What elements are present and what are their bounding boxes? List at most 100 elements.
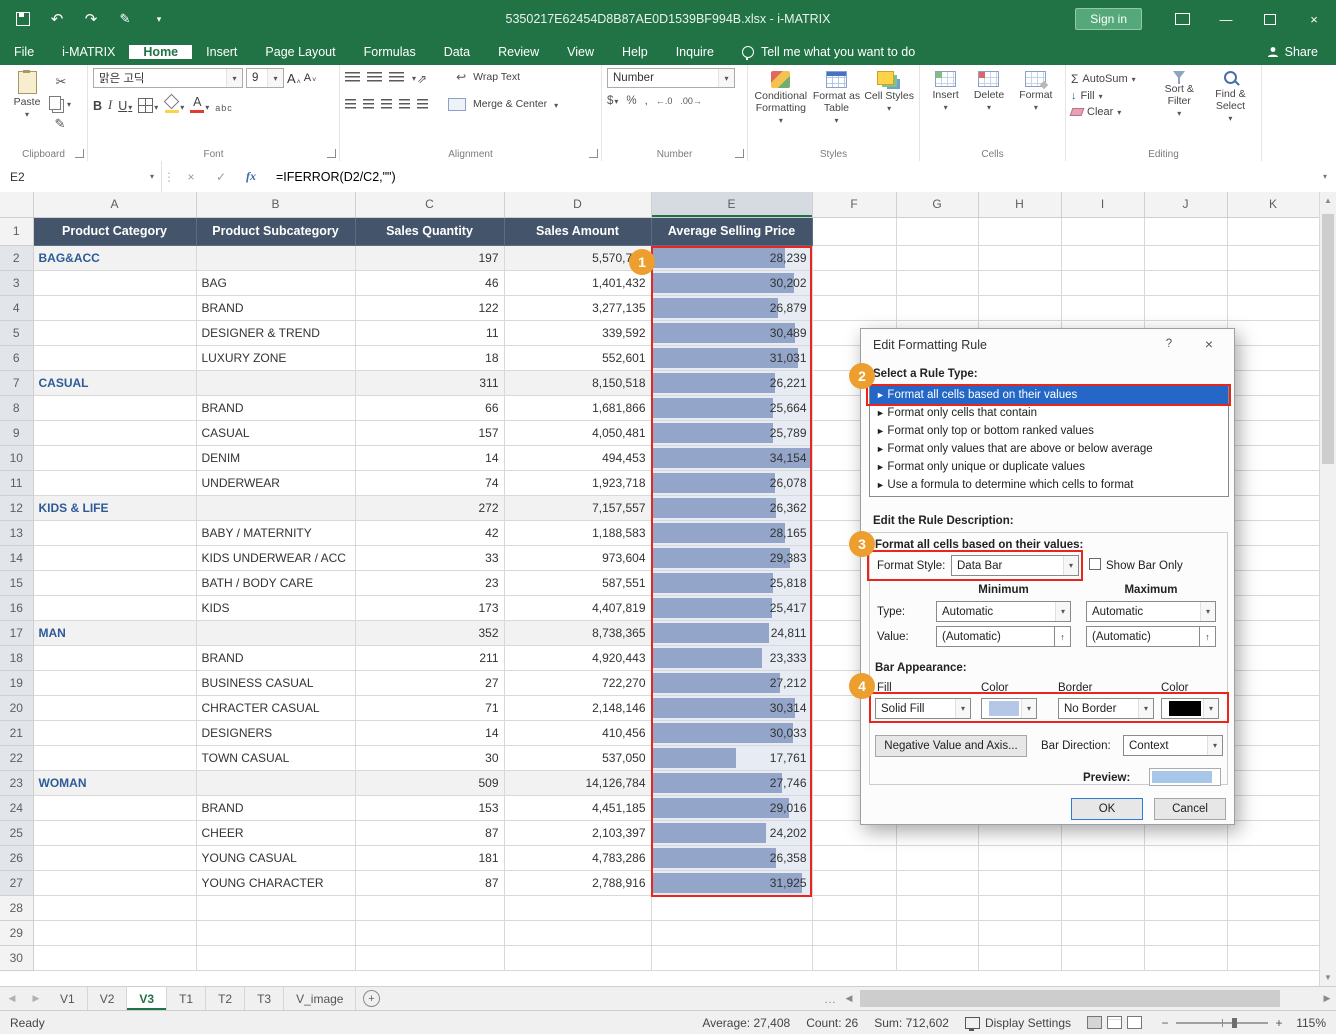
sheet-tab-v1[interactable]: V1 <box>48 987 88 1010</box>
cell-amount[interactable]: 8,738,365 <box>504 620 651 645</box>
cell-quantity[interactable]: 11 <box>355 320 504 345</box>
cell-price[interactable]: 27,212 <box>651 670 812 695</box>
cell-quantity[interactable]: 352 <box>355 620 504 645</box>
row-header-5[interactable]: 5 <box>0 320 33 345</box>
cell-empty[interactable] <box>812 217 896 245</box>
dialog-help-button[interactable]: ? <box>1156 333 1182 355</box>
vertical-scrollbar[interactable] <box>1319 192 1336 986</box>
clear-button[interactable]: Clear <box>1071 106 1154 118</box>
cell-category[interactable]: WOMAN <box>33 770 196 795</box>
minimize-button[interactable]: — <box>1204 0 1248 38</box>
formula-input[interactable]: =IFERROR(D2/C2,"") <box>266 161 396 192</box>
sort-filter-button[interactable]: Sort & Filter <box>1154 68 1205 146</box>
cell-price[interactable]: 25,789 <box>651 420 812 445</box>
cell-empty[interactable] <box>1227 470 1319 495</box>
share-button[interactable]: Share <box>1249 38 1336 65</box>
row-header-26[interactable]: 26 <box>0 845 33 870</box>
cell-subcategory[interactable]: TOWN CASUAL <box>196 745 355 770</box>
cell-category[interactable] <box>33 720 196 745</box>
cell-empty[interactable] <box>812 870 896 895</box>
cell-styles-button[interactable]: Cell Styles <box>864 68 914 146</box>
ribbon-tab-i-matrix[interactable]: i-MATRIX <box>48 45 129 59</box>
cell-amount[interactable]: 3,277,135 <box>504 295 651 320</box>
cell-quantity[interactable]: 46 <box>355 270 504 295</box>
customize-qat-button[interactable] <box>150 10 168 28</box>
rule-type-item[interactable]: Format all cells based on their values <box>870 386 1228 404</box>
row-header-9[interactable]: 9 <box>0 420 33 445</box>
cell-price[interactable]: 24,811 <box>651 620 812 645</box>
font-color-button[interactable]: A <box>190 95 209 113</box>
cell-empty[interactable] <box>978 245 1061 270</box>
cell-empty[interactable] <box>1227 845 1319 870</box>
cell-quantity[interactable]: 122 <box>355 295 504 320</box>
ok-button[interactable]: OK <box>1071 798 1143 820</box>
value-maximum-input[interactable]: (Automatic) <box>1086 626 1216 647</box>
bold-button[interactable]: B <box>93 99 102 113</box>
table-header-cell[interactable]: Product Subcategory <box>196 217 355 245</box>
cell-empty[interactable] <box>896 245 978 270</box>
cell-empty[interactable] <box>1227 920 1319 945</box>
cell-empty[interactable] <box>896 945 978 970</box>
cell-category[interactable]: BAG&ACC <box>33 245 196 270</box>
cell-quantity[interactable]: 27 <box>355 670 504 695</box>
cell-quantity[interactable]: 157 <box>355 420 504 445</box>
cell-subcategory[interactable]: BRAND <box>196 795 355 820</box>
cell-empty[interactable] <box>33 895 196 920</box>
cell-empty[interactable] <box>355 920 504 945</box>
cell-empty[interactable] <box>1061 217 1144 245</box>
cell-empty[interactable] <box>1227 520 1319 545</box>
cell-subcategory[interactable]: YOUNG CASUAL <box>196 845 355 870</box>
cell-amount[interactable]: 1,923,718 <box>504 470 651 495</box>
zoom-slider[interactable] <box>1176 1017 1268 1029</box>
row-header-4[interactable]: 4 <box>0 295 33 320</box>
cell-empty[interactable] <box>896 295 978 320</box>
scroll-down-icon[interactable] <box>1320 969 1336 986</box>
row-header-18[interactable]: 18 <box>0 645 33 670</box>
cell-category[interactable] <box>33 670 196 695</box>
rule-type-item[interactable]: Format only unique or duplicate values <box>870 458 1228 476</box>
insert-function-button[interactable]: fx <box>236 161 266 192</box>
align-right-icon[interactable] <box>381 99 392 110</box>
cell-amount[interactable]: 1,188,583 <box>504 520 651 545</box>
undo-button[interactable] <box>48 10 66 28</box>
cell-quantity[interactable]: 66 <box>355 395 504 420</box>
cell-empty[interactable] <box>1227 620 1319 645</box>
cell-category[interactable] <box>33 545 196 570</box>
cell-empty[interactable] <box>812 945 896 970</box>
cell-empty[interactable] <box>504 945 651 970</box>
cell-empty[interactable] <box>1227 495 1319 520</box>
cell-category[interactable]: CASUAL <box>33 370 196 395</box>
page-layout-view-button[interactable] <box>1107 1016 1122 1029</box>
rule-type-item[interactable]: Format only cells that contain <box>870 404 1228 422</box>
scroll-right-icon[interactable] <box>1318 993 1336 1004</box>
cell-empty[interactable] <box>896 217 978 245</box>
cell-category[interactable] <box>33 470 196 495</box>
cell-price[interactable]: 25,818 <box>651 570 812 595</box>
col-header-I[interactable]: I <box>1061 192 1144 217</box>
close-button[interactable]: × <box>1292 0 1336 38</box>
table-header-cell[interactable]: Average Selling Price <box>651 217 812 245</box>
cell-subcategory[interactable] <box>196 770 355 795</box>
cell-empty[interactable] <box>896 870 978 895</box>
cell-empty[interactable] <box>33 920 196 945</box>
cancel-button[interactable]: Cancel <box>1154 798 1226 820</box>
row-header-11[interactable]: 11 <box>0 470 33 495</box>
expand-formula-bar-button[interactable] <box>1314 161 1336 192</box>
cell-empty[interactable] <box>1227 945 1319 970</box>
cell-empty[interactable] <box>1227 645 1319 670</box>
row-header-21[interactable]: 21 <box>0 720 33 745</box>
bar-direction-combo[interactable]: Context <box>1123 735 1223 756</box>
align-bottom-icon[interactable] <box>389 72 404 83</box>
wrap-text-label[interactable]: Wrap Text <box>473 71 520 83</box>
sheet-tab-v3[interactable]: V3 <box>127 987 167 1010</box>
cell-price[interactable]: 26,078 <box>651 470 812 495</box>
cell-empty[interactable] <box>651 895 812 920</box>
row-header-2[interactable]: 2 <box>0 245 33 270</box>
ribbon-tab-view[interactable]: View <box>553 45 608 59</box>
col-header-G[interactable]: G <box>896 192 978 217</box>
cell-quantity[interactable]: 272 <box>355 495 504 520</box>
fill-color-combo[interactable] <box>981 698 1037 719</box>
align-center-icon[interactable] <box>363 99 374 110</box>
decrease-indent-icon[interactable] <box>399 99 410 110</box>
row-header-30[interactable]: 30 <box>0 945 33 970</box>
